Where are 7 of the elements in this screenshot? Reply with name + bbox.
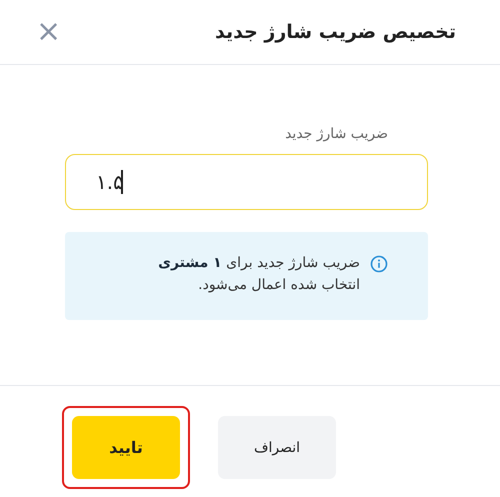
- field-label: ضریب شارژ جدید: [285, 126, 389, 142]
- info-icon: [370, 255, 388, 273]
- dialog-title: تخصیص ضریب شارژ جدید: [215, 21, 456, 43]
- info-text: ضریب شارژ جدید برای ۱ مشتری انتخاب شده اعمال می‌شود.: [157, 254, 360, 295]
- confirm-button[interactable]: تایید: [72, 416, 180, 479]
- text-cursor: [121, 170, 122, 194]
- cancel-button[interactable]: انصراف: [218, 416, 336, 479]
